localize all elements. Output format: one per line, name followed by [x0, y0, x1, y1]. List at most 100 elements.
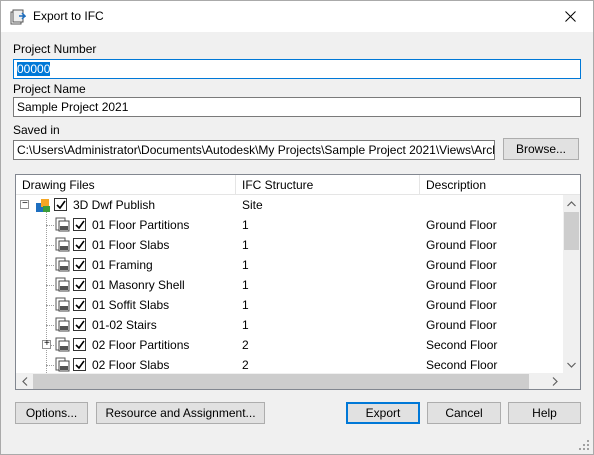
dwg-file-icon — [55, 357, 70, 372]
scroll-arrow-icon — [567, 200, 576, 206]
checkbox-checked-icon[interactable] — [73, 318, 86, 331]
column-header-label: Drawing Files — [22, 178, 95, 192]
tree-child-row[interactable]: 01 Floor Slabs 1 Ground Floor — [16, 235, 564, 255]
drawing-file-name: 01 Masonry Shell — [92, 278, 185, 292]
scroll-arrow-icon — [552, 377, 558, 386]
project-icon — [36, 199, 50, 212]
help-button[interactable]: Help — [508, 402, 581, 424]
checkbox-checked-icon[interactable] — [73, 338, 86, 351]
description-value: Second Floor — [426, 358, 498, 372]
column-header-ifc-structure[interactable]: IFC Structure — [236, 175, 420, 195]
saved-in-path-input[interactable]: C:\Users\Administrator\Documents\Autodes… — [13, 140, 495, 160]
ifc-structure-value: 1 — [242, 278, 249, 292]
resource-and-assignment-button[interactable]: Resource and Assignment... — [96, 402, 265, 424]
column-header-label: IFC Structure — [242, 178, 314, 192]
export-to-ifc-dialog: Export to IFC Project Number 00000 Proje… — [0, 0, 594, 455]
ifc-structure-value: 1 — [242, 218, 249, 232]
tree-child-row[interactable]: 01-02 Stairs 1 Ground Floor — [16, 315, 564, 335]
drawing-file-name: 02 Floor Slabs — [92, 358, 170, 372]
description-value: Ground Floor — [426, 278, 497, 292]
scroll-down-arrow[interactable] — [563, 356, 580, 373]
drawing-file-name: 01-02 Stairs — [92, 318, 157, 332]
scroll-right-arrow[interactable] — [546, 373, 563, 389]
saved-in-path-value: C:\Users\Administrator\Documents\Autodes… — [17, 143, 495, 157]
dwg-file-icon — [55, 277, 70, 292]
ifc-structure-value: 1 — [242, 318, 249, 332]
checkbox-checked-icon[interactable] — [73, 218, 86, 231]
scrollbar-corner — [563, 373, 580, 389]
tree-root-row[interactable]: − 3D Dwf Publish Site — [16, 195, 564, 215]
title-bar: Export to IFC — [1, 1, 593, 32]
column-header-label: Description — [426, 178, 487, 192]
vertical-scroll-thumb[interactable] — [564, 212, 579, 250]
cancel-button-label: Cancel — [445, 406, 483, 420]
tree-child-row[interactable]: 02 Floor Slabs 2 Second Floor — [16, 355, 564, 375]
ifc-structure-value: 1 — [242, 258, 249, 272]
ifc-structure-value: 1 — [242, 298, 249, 312]
tree-guide-line — [46, 225, 54, 226]
tree-guide-line — [46, 245, 54, 246]
resize-grip-icon[interactable] — [579, 440, 590, 451]
column-header-drawing-files[interactable]: Drawing Files — [16, 175, 236, 195]
checkbox-checked-icon[interactable] — [54, 198, 67, 211]
description-value: Second Floor — [426, 338, 498, 352]
drawing-files-tree-list[interactable]: Drawing Files IFC Structure Description … — [15, 174, 581, 390]
dwg-file-icon — [55, 237, 70, 252]
export-button[interactable]: Export — [346, 402, 420, 424]
drawing-file-name: 01 Floor Partitions — [92, 218, 190, 232]
checkbox-checked-icon[interactable] — [73, 258, 86, 271]
project-name-input[interactable]: Sample Project 2021 — [13, 97, 581, 117]
scroll-arrow-icon — [21, 377, 27, 386]
description-value: Ground Floor — [426, 298, 497, 312]
horizontal-scroll-thumb[interactable] — [33, 374, 529, 389]
options-button[interactable]: Options... — [15, 402, 88, 424]
help-button-label: Help — [532, 406, 557, 420]
checkbox-checked-icon[interactable] — [73, 358, 86, 371]
ifc-structure-value: 2 — [242, 338, 249, 352]
resource-button-label: Resource and Assignment... — [105, 406, 256, 420]
vertical-scrollbar[interactable] — [563, 195, 580, 373]
dwg-file-icon — [55, 257, 70, 272]
horizontal-scrollbar[interactable] — [16, 373, 563, 389]
drawing-file-name: 01 Soffit Slabs — [92, 298, 170, 312]
project-name-label: Project Name — [13, 82, 86, 96]
ifc-structure-value: Site — [242, 198, 263, 212]
tree-child-row[interactable]: 01 Floor Partitions 1 Ground Floor — [16, 215, 564, 235]
column-header-description[interactable]: Description — [420, 175, 580, 195]
ifc-structure-value: 1 — [242, 238, 249, 252]
scroll-left-arrow[interactable] — [16, 373, 33, 389]
options-button-label: Options... — [25, 406, 78, 420]
scroll-up-arrow[interactable] — [563, 195, 580, 212]
tree-child-row[interactable]: 01 Framing 1 Ground Floor — [16, 255, 564, 275]
project-number-input[interactable]: 00000 — [13, 59, 581, 79]
project-name-value: Sample Project 2021 — [17, 100, 129, 114]
export-button-label: Export — [365, 406, 401, 420]
drawing-file-name: 3D Dwf Publish — [73, 198, 156, 212]
tree-child-row[interactable]: 01 Masonry Shell 1 Ground Floor — [16, 275, 564, 295]
ifc-structure-value: 2 — [242, 358, 249, 372]
project-number-label: Project Number — [13, 42, 97, 56]
collapse-toggle[interactable]: − — [20, 198, 29, 209]
expander-glyph: − — [22, 198, 28, 209]
dwg-file-icon — [55, 337, 70, 352]
description-value: Ground Floor — [426, 238, 497, 252]
description-value: Ground Floor — [426, 218, 497, 232]
expand-toggle[interactable]: + — [42, 338, 51, 349]
tree-guide-line — [46, 305, 54, 306]
list-header: Drawing Files IFC Structure Description — [16, 175, 580, 195]
close-button[interactable] — [547, 1, 593, 32]
browse-button[interactable]: Browse... — [503, 138, 579, 160]
tree-child-row[interactable]: 01 Soffit Slabs 1 Ground Floor — [16, 295, 564, 315]
tree-guide-line — [46, 365, 54, 366]
cancel-button[interactable]: Cancel — [427, 402, 501, 424]
checkbox-checked-icon[interactable] — [73, 298, 86, 311]
dwg-file-icon — [55, 297, 70, 312]
checkbox-checked-icon[interactable] — [73, 278, 86, 291]
project-number-value: 00000 — [17, 62, 51, 76]
tree-guide-line — [46, 265, 54, 266]
dwg-file-icon — [55, 317, 70, 332]
checkbox-checked-icon[interactable] — [73, 238, 86, 251]
tree-child-row[interactable]: +02 Floor Partitions 2 Second Floor — [16, 335, 564, 355]
drawing-file-name: 01 Framing — [92, 258, 153, 272]
window-title: Export to IFC — [33, 9, 104, 23]
